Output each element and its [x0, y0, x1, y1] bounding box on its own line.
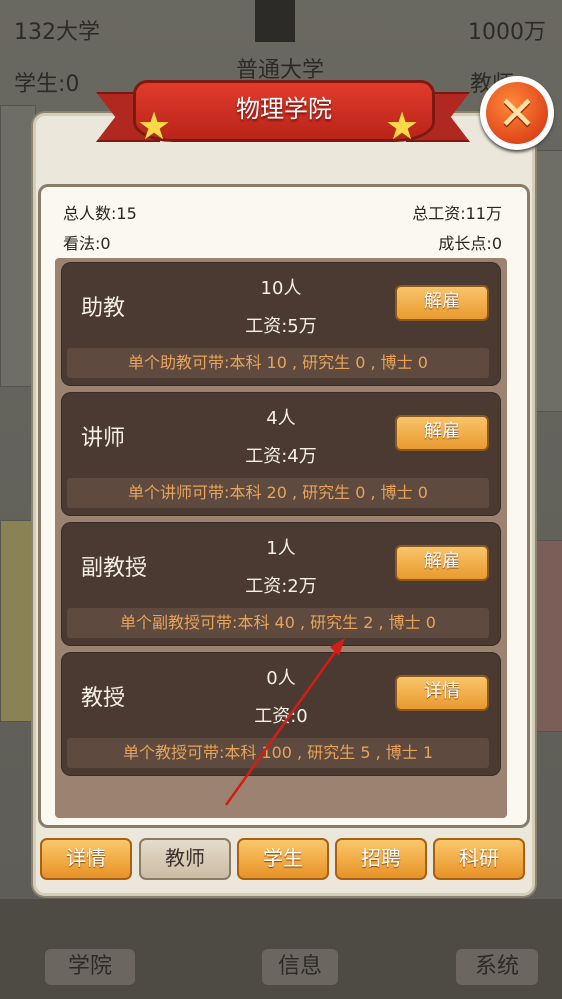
fire-assistant-button[interactable]: 解雇 — [395, 285, 489, 321]
total-people-stat: 总人数:15 — [63, 204, 137, 223]
background-building — [0, 105, 36, 387]
close-x-icon: ✕ — [486, 82, 548, 144]
background-building — [0, 520, 36, 722]
staff-capacity-note: 单个教授可带:本科 100 , 研究生 5 , 博士 1 — [67, 738, 489, 768]
staff-card-lecturer: 讲师 4人 工资:4万 解雇 单个讲师可带:本科 20 , 研究生 0 , 博士… — [61, 392, 501, 516]
close-button[interactable]: ✕ — [480, 76, 554, 150]
college-button[interactable]: 学院 — [45, 949, 135, 985]
fire-lecturer-button[interactable]: 解雇 — [395, 415, 489, 451]
tab-research[interactable]: 科研 — [433, 838, 525, 880]
tab-students[interactable]: 学生 — [237, 838, 329, 880]
tab-teachers[interactable]: 教师 — [139, 838, 231, 880]
opinion-stat: 看法:0 — [63, 234, 111, 253]
star-icon: ★ — [385, 104, 420, 148]
tab-details[interactable]: 详情 — [40, 838, 132, 880]
university-building-icon — [255, 0, 295, 42]
staff-capacity-note: 单个副教授可带:本科 40 , 研究生 2 , 博士 0 — [67, 608, 489, 638]
staff-card-assistant: 助教 10人 工资:5万 解雇 单个助教可带:本科 10 , 研究生 0 , 博… — [61, 262, 501, 386]
info-button[interactable]: 信息 — [262, 949, 338, 985]
bg-students: 学生:0 — [14, 72, 80, 97]
fire-associate-professor-button[interactable]: 解雇 — [395, 545, 489, 581]
total-salary-stat: 总工资:11万 — [412, 204, 502, 223]
staff-card-associate-professor: 副教授 1人 工资:2万 解雇 单个副教授可带:本科 40 , 研究生 2 , … — [61, 522, 501, 646]
staff-capacity-note: 单个助教可带:本科 10 , 研究生 0 , 博士 0 — [67, 348, 489, 378]
staff-card-professor: 教授 0人 工资:0 详情 单个教授可带:本科 100 , 研究生 5 , 博士… — [61, 652, 501, 776]
bg-money: 1000万 — [468, 20, 546, 45]
tab-recruit[interactable]: 招聘 — [335, 838, 427, 880]
bg-university-name: 132大学 — [14, 20, 100, 45]
star-icon: ★ — [137, 104, 172, 148]
system-button[interactable]: 系统 — [456, 949, 538, 985]
staff-capacity-note: 单个讲师可带:本科 20 , 研究生 0 , 博士 0 — [67, 478, 489, 508]
professor-details-button[interactable]: 详情 — [395, 675, 489, 711]
growth-points-stat: 成长点:0 — [438, 234, 502, 253]
